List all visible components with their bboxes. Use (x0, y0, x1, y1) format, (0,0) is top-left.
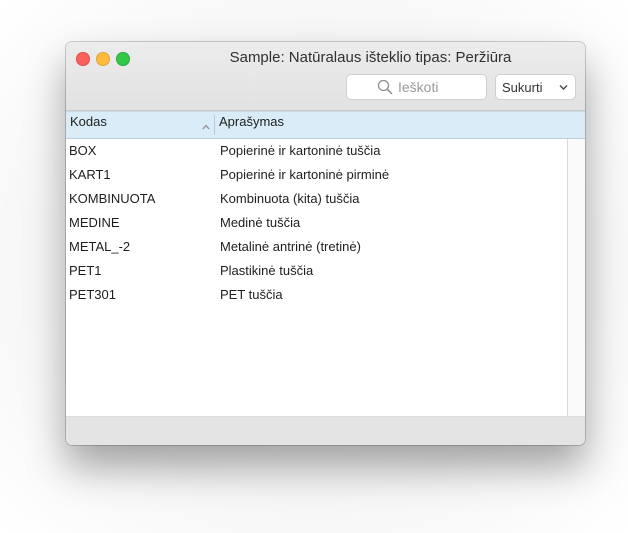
cell-code: KOMBINUOTA (69, 191, 156, 206)
cell-description: Popierinė ir kartoninė pirminė (220, 167, 390, 182)
sort-ascending-icon (202, 124, 210, 130)
cell-code: MEDINE (69, 215, 120, 230)
minimize-window-button[interactable] (96, 52, 110, 66)
cell-code: BOX (69, 143, 97, 158)
table-row[interactable]: MEDINE Medinė tuščia (66, 211, 567, 235)
table-row[interactable]: KART1 Popierinė ir kartoninė pirminė (66, 163, 567, 187)
table-row[interactable]: PET301 PET tuščia (66, 283, 567, 307)
title-bar: Sample: Natūralaus ištekli­o tipas: Perž… (66, 42, 585, 111)
desktop-background: Sample: Natūralaus ištekli­o tipas: Perž… (0, 0, 628, 533)
column-header-description[interactable]: Aprašymas (219, 114, 284, 129)
window-title: Sample: Natūralaus ištekli­o tipas: Perž… (229, 49, 512, 66)
chevron-down-icon (559, 85, 568, 90)
cell-description: PET tuščia (220, 287, 283, 302)
table-row[interactable]: KOMBINUOTA Kombinuota (kita) tuščia (66, 187, 567, 211)
create-label: Sukurti (502, 79, 543, 95)
search-input[interactable] (398, 79, 456, 95)
records-table: Kodas Aprašymas BOX Popierinė ir kartoni… (66, 111, 585, 432)
cell-code: METAL_-2 (69, 239, 131, 254)
table-row[interactable]: BOX Popierinė ir kartoninė tuščia (66, 139, 567, 163)
table-body: BOX Popierinė ir kartoninė tuščia KART1 … (66, 139, 567, 307)
cell-description: Medinė tuščia (220, 215, 301, 230)
cell-code: PET1 (69, 263, 102, 278)
search-icon (377, 79, 393, 95)
table-row[interactable]: PET1 Plastikinė tuščia (66, 259, 567, 283)
maximize-window-button[interactable] (116, 52, 130, 66)
cell-description: Kombinuota (kita) tuščia (220, 191, 360, 206)
cell-code: PET301 (69, 287, 116, 302)
create-dropdown-button[interactable]: Sukurti (495, 74, 576, 100)
cell-description: Popierinė ir kartoninė tuščia (220, 143, 381, 158)
close-window-button[interactable] (76, 52, 90, 66)
cell-code: KART1 (69, 167, 111, 182)
search-field[interactable] (346, 74, 487, 100)
browse-window: Sample: Natūralaus ištekli­o tipas: Perž… (66, 42, 585, 445)
table-header: Kodas Aprašymas (66, 111, 585, 139)
vertical-scrollbar[interactable] (567, 139, 585, 416)
cell-description: Metalinė antrinė (tretinė) (220, 239, 361, 254)
column-header-code[interactable]: Kodas (70, 114, 107, 129)
column-divider[interactable] (214, 115, 215, 135)
table-row[interactable]: METAL_-2 Metalinė antrinė (tretinė) (66, 235, 567, 259)
status-bar (66, 417, 585, 445)
cell-description: Plastikinė tuščia (220, 263, 314, 278)
